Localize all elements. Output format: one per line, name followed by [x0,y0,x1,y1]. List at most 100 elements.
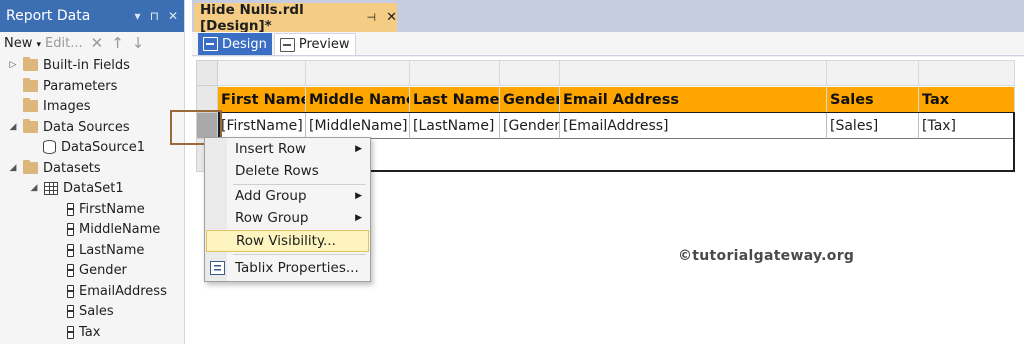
menu-item-label: Tablix Properties... [235,260,359,276]
tree-item-label: FirstName [79,201,145,217]
header-cell-sales[interactable]: Sales [827,87,919,113]
tablix-properties-icon [210,261,225,275]
tree-item-field-middlename[interactable]: MiddleName [67,219,160,239]
document-tab-title: Hide Nulls.rdl [Design]* [200,1,304,34]
tree-item-label: Tax [79,324,101,340]
tab-preview-label: Preview [298,37,350,52]
column-handle[interactable] [560,60,827,86]
watermark: ©tutorialgateway.org [678,248,855,264]
document-tab[interactable]: Hide Nulls.rdl [Design]* ⊣ ✕ [194,1,397,34]
collapse-icon[interactable]: ◢ [8,163,18,173]
move-up-icon[interactable]: ↑ [111,34,124,52]
close-tab-icon[interactable]: ✕ [386,10,397,25]
field-icon [67,284,74,298]
expand-icon[interactable]: ▷ [8,60,18,70]
tree-item-label: LastName [79,242,145,258]
edit-button[interactable]: Edit... [45,36,83,51]
tree-item-field-sales[interactable]: Sales [67,301,114,321]
tree-item-data-sources[interactable]: ◢ Data Sources [8,117,130,137]
tree-item-label: Data Sources [43,119,130,135]
menu-item-row-visibility[interactable]: Row Visibility... [206,230,369,252]
menu-item-row-group[interactable]: Row Group ▶ [206,207,369,229]
tree-item-label: Built-in Fields [43,57,130,73]
tree-item-field-firstname[interactable]: FirstName [67,199,145,219]
data-cell-middlename[interactable]: [MiddleName] [306,113,410,139]
menu-item-delete-rows[interactable]: Delete Rows [206,160,369,182]
menu-item-label: Delete Rows [235,163,319,179]
preview-icon [279,37,295,52]
header-cell-gender[interactable]: Gender [500,87,560,113]
tree-item-datasource1[interactable]: DataSource1 [43,137,145,157]
folder-icon [23,119,38,133]
column-handle[interactable] [827,60,919,86]
panel-title: Report Data [6,8,91,24]
menu-item-insert-row[interactable]: Insert Row ▶ [206,138,369,160]
data-cell-lastname[interactable]: [LastName] [410,113,500,139]
tree-item-label: Sales [79,303,114,319]
column-handle[interactable] [410,60,500,86]
menu-separator [233,254,366,255]
column-handle[interactable] [500,60,560,86]
tab-design-label: Design [222,36,267,52]
data-cell-tax[interactable]: [Tax] [919,113,1015,139]
field-icon [67,325,74,339]
move-down-icon[interactable]: ↓ [132,34,145,52]
field-icon [67,243,74,257]
collapse-icon[interactable]: ◢ [29,183,39,193]
tree-item-images[interactable]: Images [23,96,91,116]
context-menu: Insert Row ▶ Delete Rows Add Group ▶ Row… [204,137,371,282]
folder-icon [23,57,38,71]
new-button[interactable]: New ▾ [4,36,41,51]
folder-icon [23,98,38,112]
tree-item-label: DataSource1 [61,139,145,155]
delete-icon[interactable]: ✕ [91,34,104,52]
tree-item-datasets[interactable]: ◢ Datasets [8,158,101,178]
tree-item-field-tax[interactable]: Tax [67,322,100,342]
tree-item-parameters[interactable]: Parameters [23,76,117,96]
tree-item-field-lastname[interactable]: LastName [67,240,144,260]
tab-preview[interactable]: Preview [273,33,356,55]
chevron-down-icon: ▾ [36,39,42,50]
view-tabs: Design Preview [192,32,1024,56]
data-cell-sales[interactable]: [Sales] [827,113,919,139]
header-cell-first-name[interactable]: First Name [218,87,306,113]
menu-item-label: Row Group [235,210,309,226]
tree-item-label: Images [43,98,91,114]
tablix-corner-handle[interactable] [196,60,218,86]
report-data-panel: Report Data ▾ ⊓ ✕ New ▾ Edit... ✕ ↑ ↓ ▷ … [0,0,185,344]
data-cell-emailaddress[interactable]: [EmailAddress] [560,113,827,139]
close-icon[interactable]: ✕ [168,9,178,23]
column-handle[interactable] [218,60,306,86]
datasource-icon [43,140,56,154]
column-handle[interactable] [306,60,410,86]
tree-item-label: Gender [79,262,127,278]
row-handle-header[interactable] [196,86,218,113]
folder-icon [23,160,38,174]
pin-icon[interactable]: ⊓ [150,9,159,23]
tree-item-dataset1[interactable]: ◢ DataSet1 [29,178,124,198]
tree-item-label: EmailAddress [79,283,167,299]
header-cell-email-address[interactable]: Email Address [560,87,827,113]
pin-icon[interactable]: ⊣ [367,11,377,24]
header-cell-last-name[interactable]: Last Name [410,87,500,113]
panel-dropdown-icon[interactable]: ▾ [135,9,141,23]
data-cell-firstname[interactable]: [FirstName] [218,113,306,139]
new-label: New [4,35,33,51]
tab-design[interactable]: Design [198,33,272,55]
collapse-icon[interactable]: ◢ [8,122,18,132]
menu-item-label: Insert Row [235,141,307,157]
data-cell-gender[interactable]: [Gender] [500,113,560,139]
field-icon [67,202,74,216]
tree-item-built-in-fields[interactable]: ▷ Built-in Fields [8,55,130,75]
submenu-arrow-icon: ▶ [355,144,362,154]
header-cell-middle-name[interactable]: Middle Name [306,87,410,113]
tree-item-field-gender[interactable]: Gender [67,260,127,280]
tree-item-field-emailaddress[interactable]: EmailAddress [67,281,167,301]
menu-item-add-group[interactable]: Add Group ▶ [206,185,369,207]
submenu-arrow-icon: ▶ [355,213,362,223]
menu-item-tablix-properties[interactable]: Tablix Properties... [206,257,369,279]
column-handle[interactable] [919,60,1015,86]
menu-item-label: Row Visibility... [236,233,336,249]
header-cell-tax[interactable]: Tax [919,87,1015,113]
design-icon [203,37,218,51]
